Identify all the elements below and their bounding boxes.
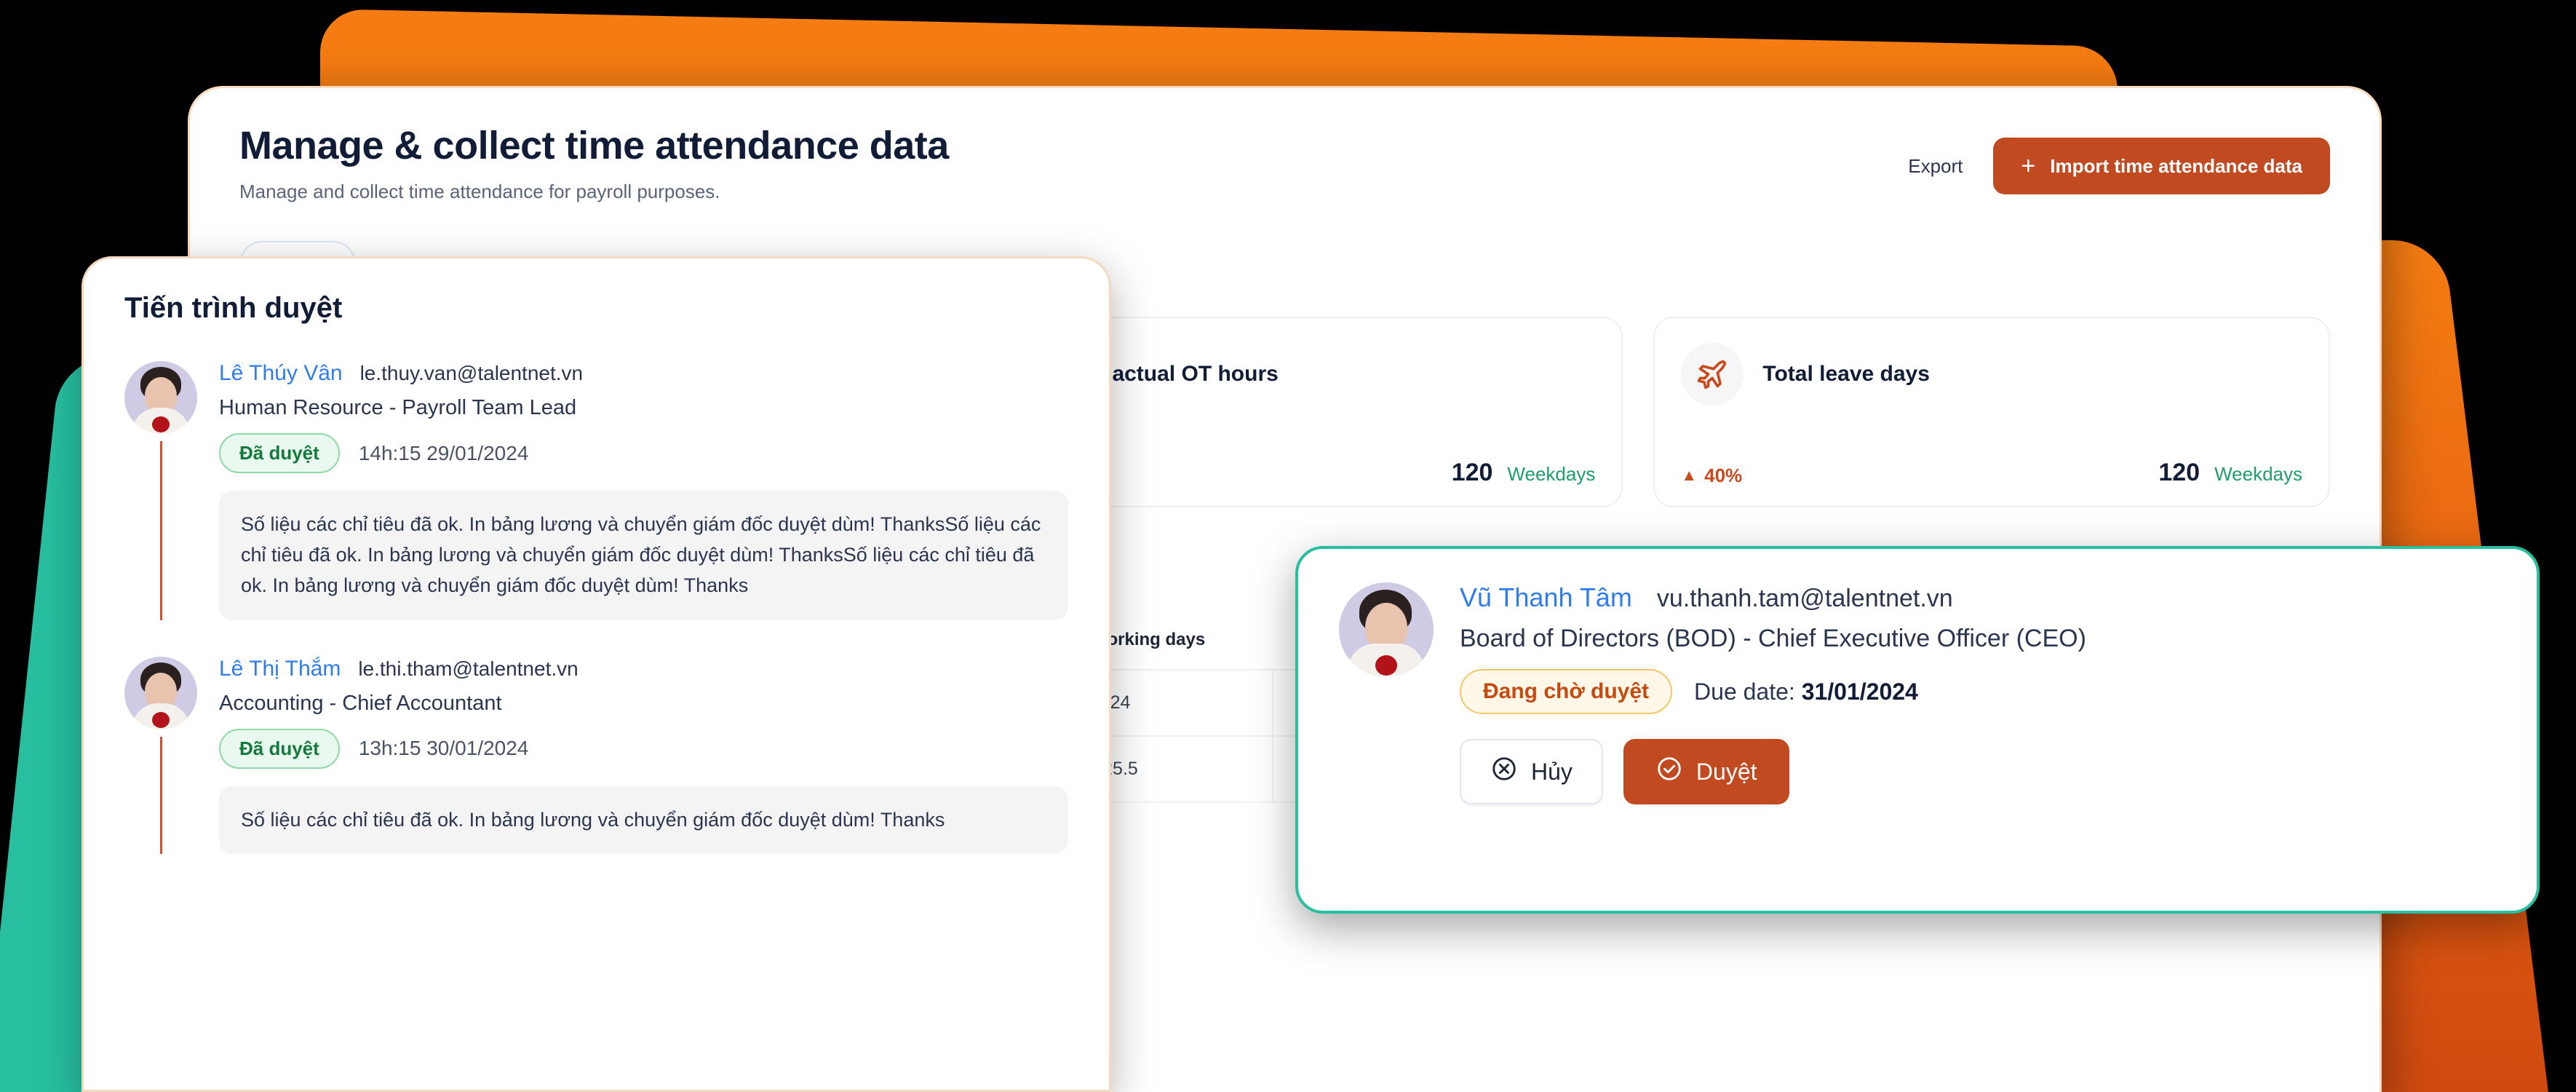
approver-role: Human Resource - Payroll Team Lead — [219, 396, 577, 419]
status-badge: Đã duyệt — [219, 728, 340, 769]
status-badge: Đang chờ duyệt — [1460, 669, 1673, 714]
stat-delta-value: 40% — [1704, 464, 1743, 486]
approve-button[interactable]: Duyệt — [1623, 739, 1789, 804]
avatar — [124, 361, 197, 434]
page-subtitle: Manage and collect time attendance for p… — [239, 181, 720, 203]
due-date-value: 31/01/2024 — [1801, 678, 1918, 705]
approver-name-row: Vũ Thanh Tâm vu.thanh.tam@talentnet.vn — [1460, 582, 2496, 613]
approver-name[interactable]: Lê Thị Thắm — [219, 657, 341, 681]
approval-comment: Số liệu các chỉ tiêu đã ok. In bảng lươn… — [219, 786, 1068, 855]
export-button[interactable]: Export — [1908, 155, 1963, 178]
approver-email: vu.thanh.tam@talentnet.vn — [1656, 585, 1953, 612]
cancel-circle-x-icon — [1490, 755, 1518, 788]
approver-role: Board of Directors (BOD) - Chief Executi… — [1460, 625, 2086, 652]
timeline-connector — [159, 441, 162, 620]
pending-approval-body: Vũ Thanh Tâm vu.thanh.tam@talentnet.vn B… — [1460, 582, 2496, 877]
status-badge: Đã duyệt — [219, 433, 340, 473]
plus-icon: + — [2021, 152, 2036, 180]
timeline-avatar-column — [124, 656, 197, 855]
timeline-connector — [159, 736, 162, 855]
timeline-avatar-column — [124, 361, 197, 620]
approver-name[interactable]: Vũ Thanh Tâm — [1460, 582, 1632, 613]
approve-button-label: Duyệt — [1696, 758, 1757, 785]
pending-approval-card: Vũ Thanh Tâm vu.thanh.tam@talentnet.vn B… — [1295, 546, 2540, 914]
approver-role: Accounting - Chief Accountant — [219, 691, 502, 715]
import-time-attendance-data-button[interactable]: + Import time attendance data — [1993, 138, 2330, 194]
timeline-panel-title: Tiến trình duyệt — [124, 292, 343, 324]
approver-email: le.thuy.van@talentnet.vn — [359, 362, 584, 384]
page-header: Manage & collect time attendance data Ma… — [190, 88, 2380, 203]
timeline-meta: Đã duyệt 13h:15 30/01/2024 — [219, 728, 1068, 769]
screenshot-stage: Manage & collect time attendance data Ma… — [0, 0, 2576, 1092]
header-actions: Export + Import time attendance data — [1908, 124, 2330, 194]
cancel-button-label: Hủy — [1531, 758, 1573, 785]
approval-timeline-panel: Tiến trình duyệt Lê Thúy Vân le.thuy.van… — [82, 256, 1111, 1092]
stat-card-foot: ▲ 40% 120 Weekdays — [1681, 459, 2302, 487]
timeline-name-row: Lê Thúy Vân le.thuy.van@talentnet.vn — [219, 361, 1068, 386]
approver-email: le.thi.tham@talentnet.vn — [358, 657, 579, 680]
stat-unit: Weekdays — [1507, 463, 1596, 486]
approval-timestamp: 13h:15 30/01/2024 — [358, 737, 529, 760]
pending-meta: Đang chờ duyệt Due date: 31/01/2024 — [1460, 669, 2496, 714]
stat-card-head: Total leave days — [1681, 343, 2302, 406]
airplane-icon — [1681, 343, 1744, 406]
stat-delta: ▲ 40% — [1681, 464, 1742, 487]
approval-timestamp: 14h:15 29/01/2024 — [358, 441, 529, 464]
approver-name[interactable]: Lê Thúy Vân — [219, 361, 343, 386]
check-circle-icon — [1655, 755, 1683, 788]
stat-value: 120 — [2158, 459, 2201, 487]
stat-value: 120 — [1451, 459, 1493, 487]
stat-card-total-leave-days: Total leave days ▲ 40% 120 Weekdays — [1653, 317, 2331, 508]
page-title: Manage & collect time attendance data — [239, 124, 949, 167]
approval-comment: Số liệu các chỉ tiêu đã ok. In bảng lươn… — [219, 491, 1068, 620]
cancel-button[interactable]: Hủy — [1460, 739, 1603, 804]
timeline-meta: Đã duyệt 14h:15 29/01/2024 — [219, 433, 1068, 473]
timeline-item-body: Lê Thúy Vân le.thuy.van@talentnet.vn Hum… — [219, 361, 1068, 620]
stat-card-title: Total leave days — [1762, 362, 1930, 387]
avatar — [124, 656, 197, 729]
pending-approval-actions: Hủy Duyệt — [1460, 739, 2496, 804]
stat-unit: Weekdays — [2214, 463, 2303, 486]
import-button-label: Import time attendance data — [2050, 154, 2302, 177]
due-date-row: Due date: 31/01/2024 — [1694, 678, 1918, 705]
avatar — [1339, 582, 1434, 677]
due-date-label: Due date: — [1694, 678, 1795, 705]
header-titles: Manage & collect time attendance data Ma… — [239, 124, 949, 203]
triangle-up-icon: ▲ — [1681, 466, 1698, 485]
timeline-item: Lê Thị Thắm le.thi.tham@talentnet.vn Acc… — [124, 656, 1068, 855]
timeline-item-body: Lê Thị Thắm le.thi.tham@talentnet.vn Acc… — [219, 657, 1068, 855]
timeline-name-row: Lê Thị Thắm le.thi.tham@talentnet.vn — [219, 657, 1068, 681]
timeline-item: Lê Thúy Vân le.thuy.van@talentnet.vn Hum… — [124, 361, 1068, 620]
